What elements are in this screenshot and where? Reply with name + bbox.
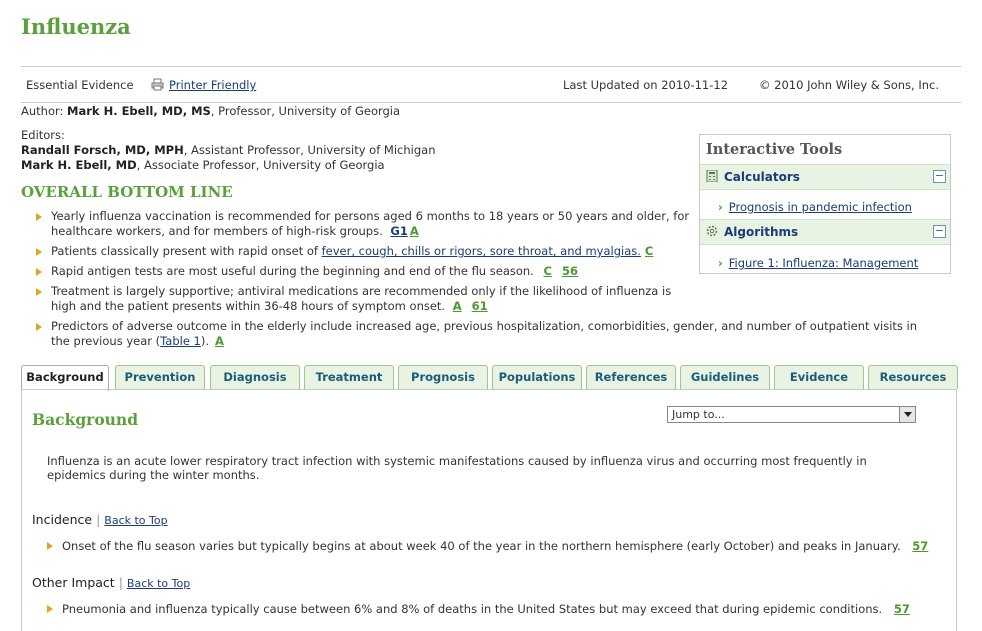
grade-link[interactable]: C xyxy=(544,264,552,278)
list-item: Treatment is largely supportive; antivir… xyxy=(36,284,691,314)
calculators-label: Calculators xyxy=(724,170,800,184)
grade-link[interactable]: A xyxy=(453,299,462,313)
dropdown-button[interactable] xyxy=(899,407,915,422)
section-tabs: Background Prevention Diagnosis Treatmen… xyxy=(21,365,961,391)
grade-link[interactable]: A xyxy=(410,224,419,238)
tab-content-panel: Background Jump to... Influenza is an ac… xyxy=(21,389,957,631)
interactive-tools-panel: Interactive Tools Calculators − › Prognos… xyxy=(699,134,951,274)
list-item: Yearly influenza vaccination is recommen… xyxy=(36,209,691,239)
jump-to-value: Jump to... xyxy=(672,408,725,421)
editors-label: Editors: xyxy=(21,128,65,142)
top-bar: Essential Evidence Printer Friendly Last… xyxy=(21,66,961,103)
calculator-item: › Prognosis in pandemic infection xyxy=(718,200,912,214)
grade-link[interactable]: A xyxy=(215,334,224,348)
tab-guidelines[interactable]: Guidelines xyxy=(680,365,770,389)
copyright: © 2010 John Wiley & Sons, Inc. xyxy=(759,78,939,92)
chevron-right-icon: › xyxy=(718,200,723,214)
jump-to-select[interactable]: Jump to... xyxy=(667,406,916,423)
essential-evidence-label: Essential Evidence xyxy=(26,78,134,92)
editor-line: Randall Forsch, MD, MPH, Assistant Profe… xyxy=(21,143,436,157)
bullet-arrow-icon xyxy=(36,213,42,221)
figure-management-link[interactable]: Figure 1: Influenza: Management xyxy=(729,256,919,270)
bottom-line-title: OVERALL BOTTOM LINE xyxy=(21,183,233,201)
tab-prognosis[interactable]: Prognosis xyxy=(398,365,488,389)
reference-link[interactable]: 61 xyxy=(472,299,488,313)
gear-icon xyxy=(706,225,718,237)
bullet-arrow-icon xyxy=(47,605,53,613)
tab-resources[interactable]: Resources xyxy=(868,365,958,389)
guideline-link[interactable]: G1 xyxy=(390,224,407,238)
reference-link[interactable]: 56 xyxy=(562,264,578,278)
tab-populations[interactable]: Populations xyxy=(492,365,582,389)
collapse-icon[interactable]: − xyxy=(933,170,946,183)
tab-references[interactable]: References xyxy=(586,365,676,389)
table-link[interactable]: Table 1 xyxy=(160,334,201,348)
author-line: Author: Mark H. Ebell, MD, MS, Professor… xyxy=(21,104,401,118)
tab-evidence[interactable]: Evidence xyxy=(774,365,864,389)
symptoms-link[interactable]: fever, cough, chills or rigors, sore thr… xyxy=(322,244,641,258)
reference-link[interactable]: 57 xyxy=(894,602,910,616)
page-title: Influenza xyxy=(21,14,131,39)
incidence-heading: Incidence | Back to Top xyxy=(32,512,168,527)
bullet-arrow-icon xyxy=(36,248,42,256)
intro-text: Influenza is an acute lower respiratory … xyxy=(47,454,867,482)
calculators-header[interactable]: Calculators − xyxy=(700,164,950,190)
back-to-top-link[interactable]: Back to Top xyxy=(104,514,167,527)
back-to-top-link[interactable]: Back to Top xyxy=(127,577,190,590)
reference-link[interactable]: 57 xyxy=(912,539,928,553)
algorithm-item: › Figure 1: Influenza: Management xyxy=(718,256,918,270)
algorithms-header[interactable]: Algorithms − xyxy=(700,219,950,245)
collapse-icon[interactable]: − xyxy=(933,225,946,238)
grade-link[interactable]: C xyxy=(645,244,653,258)
last-updated: Last Updated on 2010-11-12 xyxy=(563,78,729,92)
editor-line: Mark H. Ebell, MD, Associate Professor, … xyxy=(21,158,385,172)
interactive-tools-title: Interactive Tools xyxy=(706,141,843,158)
tab-diagnosis[interactable]: Diagnosis xyxy=(210,365,300,389)
bullet-arrow-icon xyxy=(36,288,42,296)
bullet-arrow-icon xyxy=(36,323,42,331)
tab-prevention[interactable]: Prevention xyxy=(115,365,205,389)
printer-icon[interactable] xyxy=(151,78,164,91)
prognosis-calculator-link[interactable]: Prognosis in pandemic infection xyxy=(729,200,912,214)
list-item: Pneumonia and influenza typically cause … xyxy=(47,602,910,616)
printer-friendly-link[interactable]: Printer Friendly xyxy=(169,78,256,92)
other-impact-heading: Other Impact | Back to Top xyxy=(32,575,191,590)
tab-treatment[interactable]: Treatment xyxy=(304,365,394,389)
list-item: Onset of the flu season varies but typic… xyxy=(47,539,928,553)
bullet-arrow-icon xyxy=(36,268,42,276)
chevron-right-icon: › xyxy=(718,256,723,270)
bullet-arrow-icon xyxy=(47,542,53,550)
section-title: Background xyxy=(32,410,139,429)
chevron-down-icon xyxy=(904,412,912,417)
calculator-icon xyxy=(706,170,718,182)
algorithms-label: Algorithms xyxy=(724,225,799,239)
tab-background[interactable]: Background xyxy=(21,365,109,391)
list-item: Predictors of adverse outcome in the eld… xyxy=(36,319,936,349)
